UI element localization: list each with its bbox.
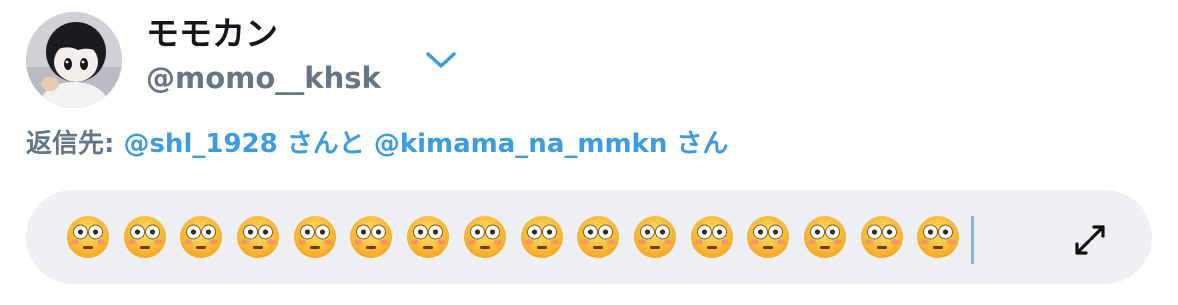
expand-arrows-icon[interactable] (1070, 220, 1110, 260)
flushed-face-emoji (917, 216, 960, 258)
avatar-image (26, 12, 122, 108)
flushed-face-emoji (180, 216, 223, 258)
mention-link-2[interactable]: @kimama_na_mmkn (374, 129, 668, 159)
flushed-face-emoji (633, 216, 676, 258)
display-name: モモカン (146, 14, 278, 53)
flushed-face-emoji (803, 216, 846, 258)
flushed-face-emoji (690, 216, 733, 258)
compose-input[interactable] (26, 190, 1152, 284)
avatar[interactable] (26, 12, 122, 108)
flushed-face-emoji (350, 216, 393, 258)
flushed-face-emoji (123, 216, 166, 258)
reply-joiner: さんと (277, 129, 374, 159)
text-caret (971, 216, 974, 264)
user-handle: @momo__khsk (146, 61, 381, 95)
flushed-face-emoji (520, 216, 563, 258)
flushed-face-emoji (237, 216, 280, 258)
mention-link-1[interactable]: @shl_1928 (123, 129, 277, 159)
tweet-compose-reply: モモカン @momo__khsk 返信先: @shl_1928 さんと @kim… (0, 0, 1178, 305)
flushed-face-emoji (293, 216, 336, 258)
chevron-down-icon[interactable] (424, 48, 458, 72)
reply-suffix: さん (667, 129, 729, 159)
compose-text[interactable] (66, 214, 960, 260)
flushed-face-emoji (577, 216, 620, 258)
reply-to-line: 返信先: @shl_1928 さんと @kimama_na_mmkn さん (26, 124, 728, 164)
flushed-face-emoji (67, 216, 109, 258)
reply-prefix: 返信先: (26, 129, 124, 159)
flushed-face-emoji (407, 216, 450, 258)
flushed-face-emoji (860, 216, 903, 258)
flushed-face-emoji (747, 216, 790, 258)
flushed-face-emoji (463, 216, 506, 258)
